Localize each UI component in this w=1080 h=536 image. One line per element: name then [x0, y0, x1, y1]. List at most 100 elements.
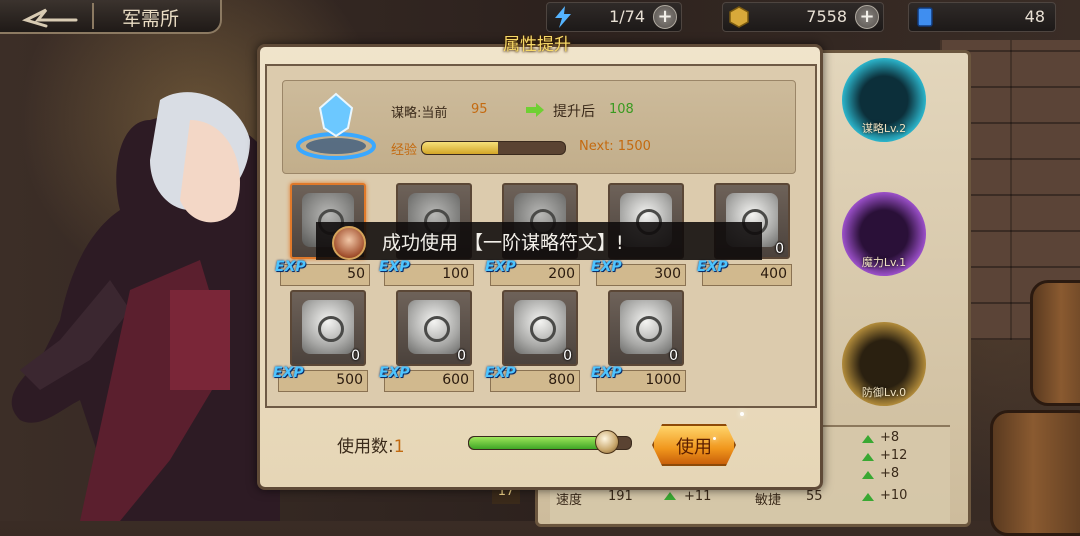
- sparkle-effect: [740, 412, 744, 416]
- next-exp-label: Next: 1500: [579, 139, 651, 154]
- barrel: [1030, 280, 1080, 406]
- use-button[interactable]: 使用: [652, 424, 736, 466]
- after-value: 108: [609, 102, 634, 117]
- arrow-up-icon: [862, 493, 874, 501]
- rune-label: 谋略Lv.2: [861, 122, 907, 135]
- gem-resource: 48: [908, 2, 1056, 32]
- exp-tag-label: EXP: [275, 259, 306, 275]
- energy-value: 1/74: [609, 7, 645, 26]
- speed-bonus: +11: [684, 489, 712, 504]
- exp-tag-label: EXP: [591, 259, 622, 275]
- use-count-value: 1: [393, 437, 405, 457]
- rune-label: 防御Lv.0: [861, 386, 907, 399]
- arrow-up-icon: [862, 471, 874, 479]
- item-count: 0: [669, 348, 678, 364]
- exp-tag: EXP 50: [275, 259, 370, 286]
- item-count: 0: [563, 348, 572, 364]
- item-slot[interactable]: 0: [290, 290, 366, 366]
- exp-value: 200: [548, 266, 575, 282]
- gold-resource: 7558 +: [722, 2, 884, 32]
- energy-bolt-icon: [555, 6, 571, 28]
- item-slot[interactable]: 0: [608, 290, 684, 366]
- use-count-label: 使用数:1: [337, 432, 405, 457]
- slider-fill: [469, 437, 607, 449]
- gold-coin-icon: [729, 6, 749, 28]
- sparkle-effect: [713, 437, 716, 440]
- rune-scroll-icon: [620, 300, 672, 354]
- exp-tag: EXP 400: [697, 259, 792, 286]
- exp-value: 50: [347, 266, 365, 282]
- energy-resource: 1/74 +: [546, 2, 682, 32]
- after-label: 提升后: [553, 104, 595, 120]
- exp-tag-label: EXP: [697, 259, 728, 275]
- use-button-label: 使用: [676, 437, 712, 458]
- exp-value: 100: [442, 266, 469, 282]
- exp-tag: EXP 100: [379, 259, 474, 286]
- arrow-right-icon: [526, 103, 544, 117]
- rune-scroll-icon: [408, 300, 460, 354]
- divider: [92, 3, 94, 29]
- rune-scroll-icon: [302, 300, 354, 354]
- character-portrait: [11, 92, 280, 521]
- strategy-rune-icon: [296, 92, 376, 160]
- arrow-up-icon: [862, 435, 874, 443]
- exp-tag: EXP 1000: [591, 365, 686, 392]
- toast-notification: 成功使用 【一阶谋略符文】!: [316, 222, 762, 260]
- gem-value: 48: [1024, 7, 1045, 26]
- current-value: 95: [471, 102, 488, 117]
- speed-label: 速度: [556, 493, 583, 508]
- agility-label: 敏捷: [755, 493, 782, 508]
- item-count: 0: [457, 348, 466, 364]
- exp-tag: EXP 600: [379, 365, 474, 392]
- dialog-title: 属性提升: [503, 35, 571, 55]
- exp-label: 经验: [391, 143, 418, 158]
- slider-knob[interactable]: [594, 430, 619, 454]
- rune-magic[interactable]: 魔力Lv.1: [842, 192, 926, 276]
- top-bar: 军需所 1/74 + 7558 + 48: [0, 0, 1080, 34]
- agility-value: 55: [806, 489, 823, 504]
- page-title: 军需所: [122, 8, 180, 30]
- stat-bonus: +8: [880, 466, 900, 481]
- rune-label: 魔力Lv.1: [861, 256, 907, 269]
- use-count-text: 使用数:: [337, 437, 394, 457]
- exp-tag-label: EXP: [273, 365, 304, 381]
- back-button[interactable]: 军需所: [0, 0, 222, 34]
- arrow-up-icon: [862, 453, 874, 461]
- avatar: [332, 226, 366, 260]
- arrow-up-icon: [664, 492, 676, 500]
- barrel: [990, 410, 1080, 536]
- exp-tag-label: EXP: [485, 365, 516, 381]
- rune-defense[interactable]: 防御Lv.0: [842, 322, 926, 406]
- dialog-header: 属性提升: [257, 30, 817, 56]
- exp-tag-label: EXP: [591, 365, 622, 381]
- stat-bonus: +10: [880, 488, 908, 503]
- exp-value: 1000: [645, 372, 681, 388]
- item-count: 0: [775, 241, 784, 257]
- exp-tag: EXP 800: [485, 365, 580, 392]
- exp-tag-label: EXP: [379, 365, 410, 381]
- gold-value: 7558: [806, 7, 847, 26]
- exp-tag: EXP 300: [591, 259, 686, 286]
- exp-value: 400: [760, 266, 787, 282]
- toast-message: 成功使用 【一阶谋略符文】!: [382, 232, 624, 254]
- exp-tag-label: EXP: [485, 259, 516, 275]
- item-slot[interactable]: 0: [396, 290, 472, 366]
- add-gold-button[interactable]: +: [855, 5, 879, 29]
- back-arrow-icon: [21, 8, 78, 28]
- exp-progress-bar: [421, 141, 566, 155]
- item-count: 0: [351, 348, 360, 364]
- rune-strategy[interactable]: 谋略Lv.2: [842, 58, 926, 142]
- exp-value: 800: [548, 372, 575, 388]
- attribute-label: 谋略:当前: [391, 106, 448, 121]
- rune-scroll-icon: [514, 300, 566, 354]
- stat-bonus: +8: [880, 430, 900, 445]
- exp-progress-fill: [422, 142, 498, 154]
- item-slot[interactable]: 0: [502, 290, 578, 366]
- exp-value: 300: [654, 266, 681, 282]
- exp-tag: EXP 200: [485, 259, 580, 286]
- exp-tag: EXP 500: [273, 365, 368, 392]
- speed-value: 191: [608, 489, 633, 504]
- exp-value: 600: [442, 372, 469, 388]
- stat-bonus: +12: [880, 448, 908, 463]
- add-energy-button[interactable]: +: [653, 5, 677, 29]
